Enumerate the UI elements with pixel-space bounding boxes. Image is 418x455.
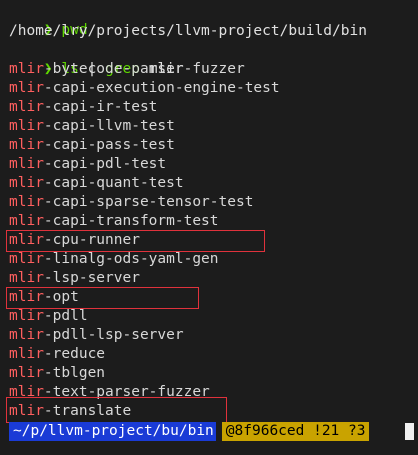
match-prefix: mlir <box>9 61 44 77</box>
match-suffix: -capi-llvm-test <box>43 118 175 134</box>
match-prefix: mlir <box>9 118 44 134</box>
result-line: mlir-capi-quant-test <box>9 174 184 193</box>
match-suffix: -capi-quant-test <box>43 175 184 191</box>
result-line: mlir-tblgen <box>9 364 105 383</box>
match-suffix: -pdll <box>43 308 88 324</box>
match-prefix: mlir <box>9 156 44 172</box>
match-suffix: -capi-pass-test <box>43 137 175 153</box>
match-suffix: -cpu-runner <box>43 232 140 248</box>
prompt-status-bar: ~/p/llvm-project/bu/bin @8f966ced !21 ?3 <box>9 422 370 441</box>
result-line-cpu-runner: mlir-cpu-runner <box>9 231 140 250</box>
prompt-line-pwd: ❯ pwd <box>9 2 88 38</box>
match-suffix: -text-parser-fuzzer <box>43 384 210 400</box>
result-line: mlir-capi-pdl-test <box>9 155 166 174</box>
prompt-line-ls: ❯ ls | grep mlir <box>9 41 184 77</box>
result-line: mlir-reduce <box>9 345 105 364</box>
match-suffix: -reduce <box>43 346 106 362</box>
match-prefix: mlir <box>9 213 44 229</box>
result-line-translate: mlir-translate <box>9 402 131 421</box>
match-prefix: mlir <box>9 194 44 210</box>
match-prefix: mlir <box>9 80 44 96</box>
match-suffix: -linalg-ods-yaml-gen <box>43 251 219 267</box>
result-line: mlir-capi-sparse-tensor-test <box>9 193 253 212</box>
result-line: mlir-capi-llvm-test <box>9 117 175 136</box>
match-prefix: mlir <box>9 327 44 343</box>
match-prefix: mlir <box>9 403 44 419</box>
text-cursor[interactable] <box>405 423 414 440</box>
match-suffix: -capi-pdl-test <box>43 156 167 172</box>
result-line: mlir-text-parser-fuzzer <box>9 383 210 402</box>
pwd-output: /home/lry/projects/llvm-project/build/bi… <box>9 23 367 39</box>
match-suffix: -pdll-lsp-server <box>43 327 184 343</box>
match-suffix: -bytecode-parser-fuzzer <box>43 61 245 77</box>
result-line: mlir-pdll-lsp-server <box>9 326 184 345</box>
result-line: mlir-bytecode-parser-fuzzer <box>9 60 245 79</box>
match-prefix: mlir <box>9 99 44 115</box>
match-prefix: mlir <box>9 308 44 324</box>
match-prefix: mlir <box>9 270 44 286</box>
result-line: mlir-pdll <box>9 307 88 326</box>
match-suffix: -tblgen <box>43 365 106 381</box>
match-prefix: mlir <box>9 289 44 305</box>
match-suffix: -capi-transform-test <box>43 213 219 229</box>
git-status-segment: @8f966ced !21 ?3 <box>221 422 370 441</box>
result-line: mlir-capi-execution-engine-test <box>9 79 280 98</box>
match-prefix: mlir <box>9 232 44 248</box>
match-suffix: -capi-execution-engine-test <box>43 80 280 96</box>
match-suffix: -lsp-server <box>43 270 140 286</box>
result-line: mlir-capi-ir-test <box>9 98 157 117</box>
match-suffix: -opt <box>43 289 79 305</box>
terminal-window[interactable]: ❯ pwd /home/lry/projects/llvm-project/bu… <box>0 0 418 455</box>
result-line: mlir-capi-pass-test <box>9 136 175 155</box>
match-suffix: -capi-sparse-tensor-test <box>43 194 254 210</box>
result-line-opt: mlir-opt <box>9 288 79 307</box>
match-suffix: -translate <box>43 403 132 419</box>
match-prefix: mlir <box>9 175 44 191</box>
current-path-segment: ~/p/llvm-project/bu/bin <box>9 422 216 441</box>
result-line: mlir-linalg-ods-yaml-gen <box>9 250 219 269</box>
match-prefix: mlir <box>9 251 44 267</box>
result-line: mlir-lsp-server <box>9 269 140 288</box>
match-prefix: mlir <box>9 137 44 153</box>
result-line: mlir-capi-transform-test <box>9 212 219 231</box>
match-prefix: mlir <box>9 384 44 400</box>
match-prefix: mlir <box>9 365 44 381</box>
match-suffix: -capi-ir-test <box>43 99 158 115</box>
match-prefix: mlir <box>9 346 44 362</box>
